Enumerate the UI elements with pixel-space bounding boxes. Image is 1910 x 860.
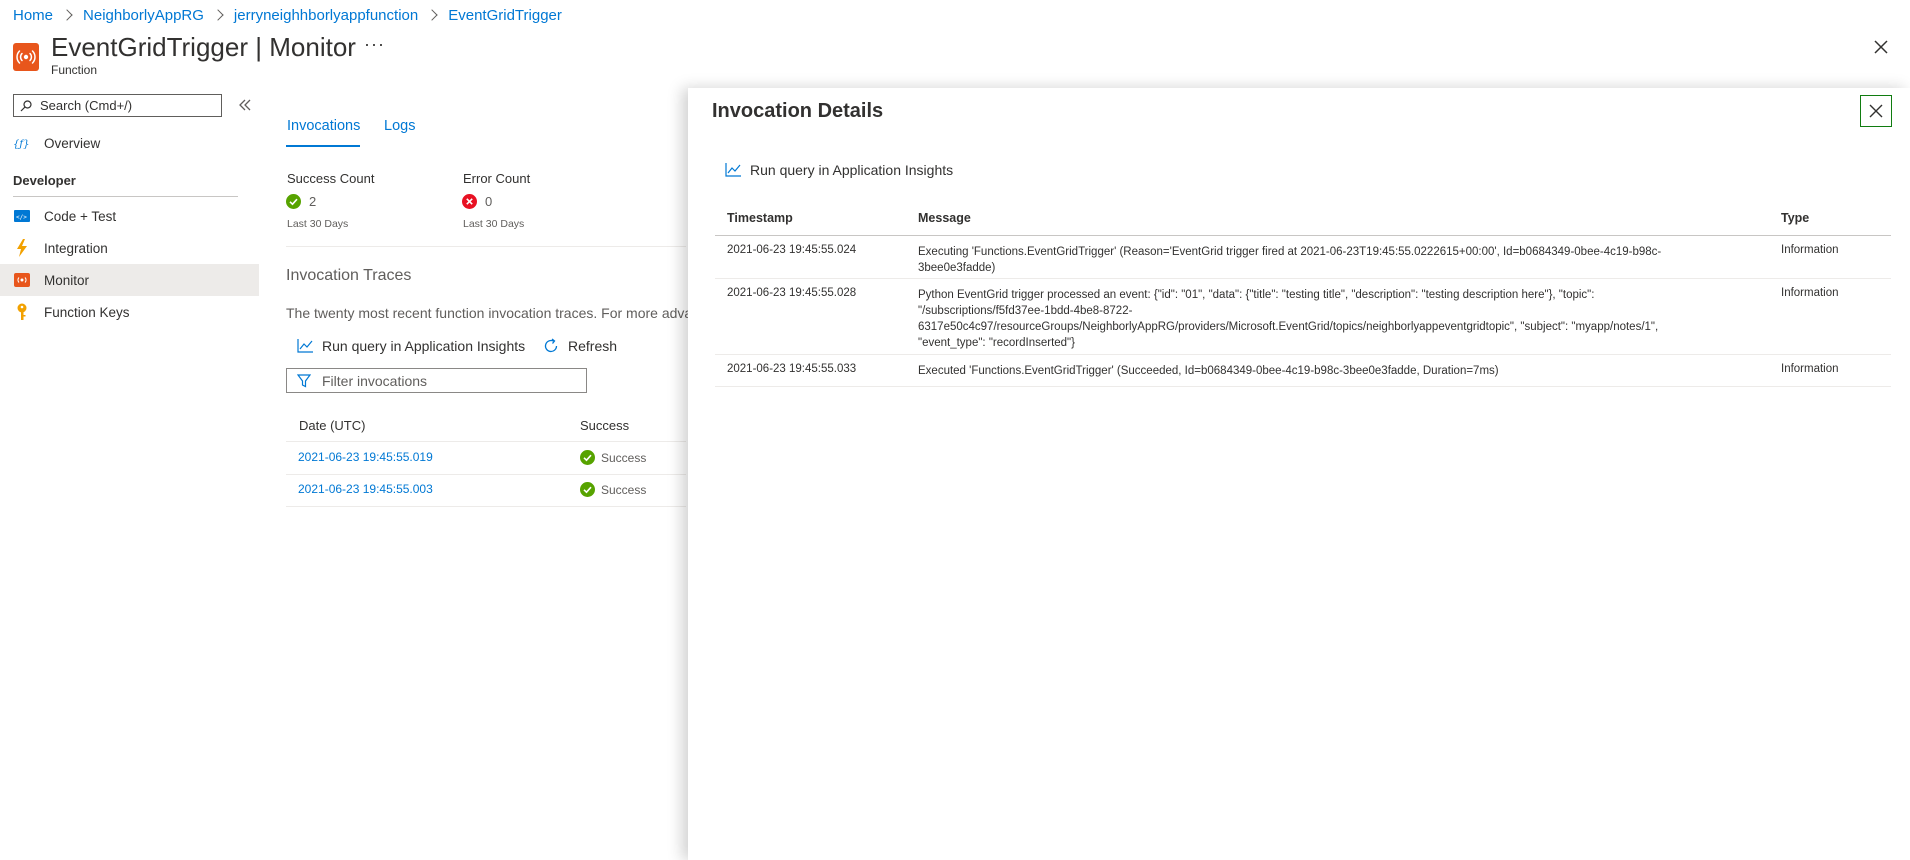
page-title-separator: | — [255, 32, 262, 62]
svg-text:</>: </> — [16, 214, 27, 221]
menu-item-integration[interactable]: Integration — [0, 232, 259, 264]
invocation-status-label: Success — [601, 482, 647, 497]
close-details-button[interactable] — [1860, 95, 1892, 127]
invocation-status: Success — [580, 482, 646, 497]
menu-item-label: Integration — [44, 240, 108, 256]
invocation-traces-title: Invocation Traces — [286, 267, 412, 284]
section-heading-developer: Developer — [13, 173, 76, 188]
run-query-button[interactable]: Run query in Application Insights — [297, 338, 525, 354]
close-icon — [1869, 104, 1883, 118]
filter-invocations-input[interactable] — [320, 371, 574, 390]
filter-icon — [297, 373, 311, 387]
invocation-date-link[interactable]: 2021-06-23 19:45:55.019 — [298, 450, 433, 464]
svg-text:{ƒ}: {ƒ} — [13, 139, 29, 150]
log-message: Executed 'Functions.EventGridTrigger' (S… — [918, 365, 1499, 377]
breadcrumb-resource-group[interactable]: NeighborlyAppRG — [83, 7, 204, 24]
error-count-label: Error Count — [463, 171, 531, 186]
collapse-menu-icon[interactable] — [236, 96, 254, 114]
menu-item-monitor[interactable]: Monitor — [0, 264, 259, 296]
details-run-query-button[interactable]: Run query in Application Insights — [725, 162, 953, 178]
menu-item-label: Overview — [44, 135, 101, 151]
menu-item-code-test[interactable]: </> Code + Test — [0, 200, 259, 232]
refresh-label: Refresh — [568, 338, 618, 354]
menu-item-overview[interactable]: {ƒ} Overview — [0, 127, 259, 159]
log-type: Information — [1781, 363, 1839, 375]
filter-box — [286, 368, 587, 393]
success-count-period: Last 30 Days — [287, 218, 349, 230]
invocation-traces-description: The twenty most recent function invocati… — [286, 305, 693, 321]
page-title-section: Monitor — [269, 32, 356, 62]
breadcrumb-function-app[interactable]: jerryneighhborlyappfunction — [234, 7, 418, 24]
invocation-details-title: Invocation Details — [712, 100, 884, 122]
lightning-icon — [13, 239, 31, 257]
column-header-timestamp: Timestamp — [727, 211, 793, 225]
column-header-date: Date (UTC) — [299, 418, 366, 433]
tab-active-indicator — [286, 145, 360, 147]
function-overview-icon: {ƒ} — [13, 134, 31, 152]
section-divider — [13, 196, 238, 197]
menu-item-label: Code + Test — [44, 208, 117, 224]
success-count-value: 2 — [309, 194, 317, 209]
error-x-icon — [462, 194, 477, 209]
error-count: 0 — [462, 194, 492, 209]
success-count: 2 — [286, 194, 316, 209]
invocation-date-link[interactable]: 2021-06-23 19:45:55.003 — [298, 482, 433, 496]
success-count-label: Success Count — [287, 171, 375, 186]
chart-line-icon — [725, 163, 741, 177]
log-row: 2021-06-23 19:45:55.028 Python EventGrid… — [715, 279, 1891, 355]
log-type: Information — [1781, 287, 1839, 299]
details-run-query-label: Run query in Application Insights — [750, 162, 954, 178]
page-subtitle: Function — [51, 63, 98, 77]
menu-item-label: Function Keys — [44, 304, 130, 320]
menu-item-function-keys[interactable]: Function Keys — [0, 296, 259, 328]
tab-logs[interactable]: Logs — [384, 118, 415, 134]
column-header-type: Type — [1781, 211, 1810, 225]
invocation-status-label: Success — [601, 450, 647, 465]
close-icon[interactable] — [1872, 38, 1890, 56]
divider — [286, 246, 686, 247]
log-message: Python EventGrid trigger processed an ev… — [918, 289, 1659, 349]
log-timestamp: 2021-06-23 19:45:55.033 — [727, 363, 857, 375]
log-timestamp: 2021-06-23 19:45:55.024 — [727, 244, 857, 256]
search-icon — [20, 99, 32, 111]
more-options-button[interactable]: ··· — [364, 34, 385, 55]
key-icon — [13, 303, 31, 321]
refresh-button[interactable]: Refresh — [543, 338, 617, 354]
chevron-right-icon — [426, 9, 438, 21]
refresh-icon — [544, 338, 558, 353]
breadcrumb-function[interactable]: EventGridTrigger — [448, 7, 562, 24]
log-timestamp: 2021-06-23 19:45:55.028 — [727, 287, 857, 299]
chevron-right-icon — [212, 9, 224, 21]
page-title: EventGridTrigger | Monitor — [51, 32, 356, 63]
invocation-details-panel: Invocation Details Run query in Applicat… — [688, 88, 1910, 860]
log-row: 2021-06-23 19:45:55.033 Executed 'Functi… — [715, 355, 1891, 387]
table-row: 2021-06-23 19:45:55.019 Success — [286, 442, 686, 475]
breadcrumb: Home NeighborlyAppRG jerryneighhborlyapp… — [13, 5, 562, 25]
invocation-status: Success — [580, 450, 646, 465]
monitor-icon — [13, 271, 31, 289]
success-check-icon — [286, 194, 301, 209]
page-title-function: EventGridTrigger — [51, 32, 248, 62]
run-query-label: Run query in Application Insights — [322, 338, 526, 354]
chart-line-icon — [297, 339, 313, 353]
column-header-message: Message — [918, 211, 971, 225]
tab-invocations[interactable]: Invocations — [287, 118, 360, 134]
function-icon — [13, 43, 39, 71]
breadcrumb-home[interactable]: Home — [13, 7, 53, 24]
error-count-value: 0 — [485, 194, 493, 209]
search-input[interactable] — [38, 97, 212, 114]
log-message: Executing 'Functions.EventGridTrigger' (… — [918, 246, 1662, 274]
search-box — [13, 94, 222, 117]
success-check-icon — [580, 482, 595, 497]
log-row: 2021-06-23 19:45:55.024 Executing 'Funct… — [715, 236, 1891, 279]
success-check-icon — [580, 450, 595, 465]
error-count-period: Last 30 Days — [463, 218, 525, 230]
column-header-success: Success — [580, 418, 630, 433]
log-type: Information — [1781, 244, 1839, 256]
menu-item-label: Monitor — [44, 272, 90, 288]
table-row: 2021-06-23 19:45:55.003 Success — [286, 474, 686, 507]
code-icon: </> — [13, 207, 31, 225]
chevron-right-icon — [61, 9, 73, 21]
